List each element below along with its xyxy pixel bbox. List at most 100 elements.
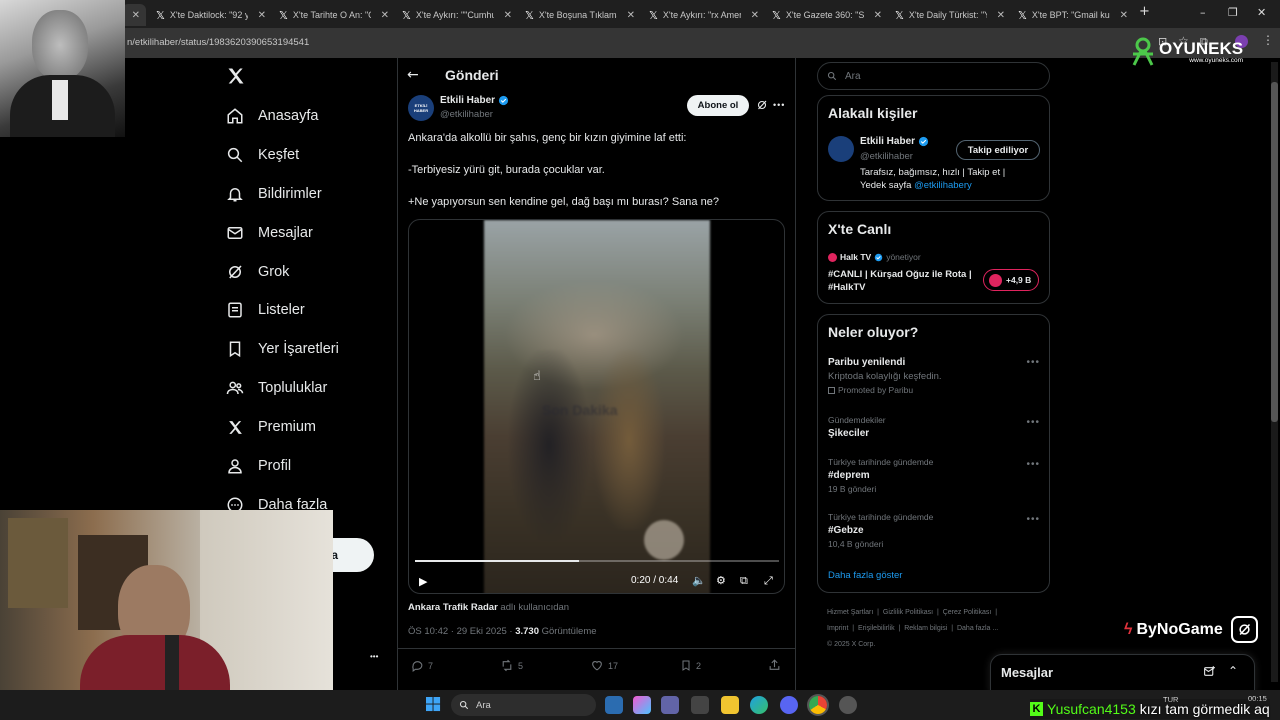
live-stream-title[interactable]: #CANLI | Kürşad Oğuz ile Rota | #HalkTV (828, 268, 978, 294)
trend-item[interactable]: Paribu yenilendi Kriptoda kolaylığı keşf… (828, 357, 1040, 395)
teams-icon[interactable] (661, 696, 679, 714)
search-input[interactable]: Ara (817, 62, 1050, 90)
like-button[interactable]: 17 (590, 659, 618, 672)
close-window-button[interactable]: ✕ (1257, 6, 1266, 19)
trend-item[interactable]: Türkiye tarihinde gündemde #deprem 19 B … (828, 457, 1040, 494)
windows-start-icon[interactable] (426, 697, 441, 712)
trend-item[interactable]: Gündemdekiler Şikeciler ••• (828, 415, 1040, 439)
author-name-row[interactable]: Etkili Haber (440, 95, 509, 106)
avatar[interactable] (828, 136, 854, 162)
related-name-row[interactable]: Etkili Haber (860, 136, 929, 147)
bookmark-button[interactable]: 2 (680, 659, 701, 672)
tab-close-icon[interactable]: ✕ (874, 10, 882, 21)
tab-close-icon[interactable]: ✕ (751, 10, 759, 21)
account-menu-icon[interactable]: ••• (370, 652, 378, 661)
taskbar-search[interactable]: Ara (451, 694, 596, 716)
new-tab-button[interactable]: + (1139, 4, 1150, 19)
tab-current[interactable]: ✕ (122, 4, 146, 26)
edge-icon[interactable] (750, 696, 768, 714)
grok-explain-icon[interactable] (756, 99, 768, 111)
volume-icon[interactable]: 🔈 (692, 574, 706, 587)
pip-icon[interactable]: ⧉ (740, 574, 748, 588)
bio-link[interactable]: @etkilihabery (914, 180, 972, 191)
avatar[interactable]: ETKİLİ HABER (408, 95, 434, 121)
browser-tab[interactable]: 𝕏 X'te Tarihte O An: "Cu ✕ (273, 4, 395, 26)
browser-tab[interactable]: 𝕏 X'te BPT: "Gmail kulla ✕ (1012, 4, 1134, 26)
maximize-button[interactable]: ❐ (1228, 6, 1238, 19)
page-scrollbar[interactable] (1271, 62, 1278, 682)
nav-item-lists[interactable]: Listeler (226, 301, 305, 319)
new-message-icon[interactable] (1203, 665, 1216, 678)
browser-tab[interactable]: 𝕏 X'te Boşuna Tıklama: ✕ (519, 4, 641, 26)
nav-item-notifications[interactable]: Bildirimler (226, 185, 322, 203)
task-view-icon[interactable] (605, 696, 623, 714)
show-more-link[interactable]: Daha fazla göster (828, 570, 902, 581)
author-handle[interactable]: @etkilihaber (440, 109, 493, 120)
trend-more-icon[interactable]: ••• (1026, 357, 1040, 368)
fullscreen-icon[interactable]: ⤢ (764, 574, 773, 588)
following-button[interactable]: Takip ediliyor (956, 140, 1040, 160)
video-player[interactable]: Son Dakika ▶ 0:20 / 0:44 🔈 ⚙ ⧉ ⤢ (408, 219, 785, 594)
live-host-row[interactable]: Halk TV yönetiyor (828, 252, 921, 262)
trend-category: Gündemdekiler (828, 415, 886, 425)
tab-close-icon[interactable]: ✕ (1120, 10, 1128, 21)
related-handle[interactable]: @etkilihaber (860, 151, 913, 162)
chrome-icon[interactable] (809, 696, 827, 714)
video-progress-track[interactable] (415, 560, 779, 562)
more-options-icon[interactable]: ••• (773, 100, 785, 110)
repost-button[interactable]: 5 (500, 659, 523, 672)
scrollbar-thumb[interactable] (1271, 82, 1278, 422)
browser-tab[interactable]: 𝕏 X'te Gazete 360: "Sın ✕ (766, 4, 888, 26)
steam-icon[interactable] (839, 696, 857, 714)
settings-gear-icon[interactable]: ⚙ (716, 574, 726, 587)
browser-tab[interactable]: 𝕏 X'te Daily Türkist: "Yo ✕ (889, 4, 1011, 26)
reply-button[interactable]: 7 (411, 659, 433, 672)
play-icon[interactable]: ▶ (419, 575, 427, 588)
post-timestamp[interactable]: ÖS 10:42 · 29 Eki 2025 · (408, 626, 513, 637)
trend-more-icon[interactable]: ••• (1026, 417, 1040, 428)
messages-drawer[interactable]: Mesajlar ⌃ (990, 654, 1255, 694)
nav-item-communities[interactable]: Topluluklar (226, 379, 327, 397)
nav-item-explore[interactable]: Keşfet (226, 146, 299, 164)
tab-close-icon[interactable]: ✕ (132, 10, 140, 21)
tab-close-icon[interactable]: ✕ (627, 10, 635, 21)
tab-close-icon[interactable]: ✕ (504, 10, 512, 21)
footer-link[interactable]: Erişilebilirlik (858, 625, 895, 632)
trend-more-icon[interactable]: ••• (1026, 514, 1040, 525)
footer-link[interactable]: Hizmet Şartları (827, 609, 873, 616)
address-bar[interactable]: n/etkilihaber/status/1983620390653194541… (0, 28, 1280, 58)
file-explorer-icon[interactable] (721, 696, 739, 714)
tab-close-icon[interactable]: ✕ (381, 10, 389, 21)
share-icon[interactable] (768, 658, 781, 672)
browser-tab[interactable]: 𝕏 X'te Aykırı: ""Cumhur ✕ (396, 4, 518, 26)
tab-close-icon[interactable]: ✕ (258, 10, 266, 21)
x-logo-icon[interactable] (226, 66, 246, 86)
menu-kebab-icon[interactable]: ⋮ (1262, 33, 1274, 47)
discord-icon[interactable] (780, 696, 798, 714)
copilot-icon[interactable] (633, 696, 651, 714)
tab-close-icon[interactable]: ✕ (997, 10, 1005, 21)
live-listeners-button[interactable]: +4,9 B (983, 269, 1039, 291)
nav-item-profile[interactable]: Profil (226, 457, 291, 475)
browser-tab[interactable]: 𝕏 X'te Daktilock: "92 ya ✕ (150, 4, 272, 26)
footer-link[interactable]: Gizlilik Politikası (883, 609, 933, 616)
nav-item-grok[interactable]: Grok (226, 263, 289, 281)
minimize-button[interactable]: – (1200, 6, 1206, 19)
nav-item-messages[interactable]: Mesajlar (226, 224, 313, 242)
nav-item-premium[interactable]: Premium (226, 418, 316, 436)
expand-chevron-icon[interactable]: ⌃ (1228, 664, 1238, 678)
back-arrow-icon[interactable]: ← (407, 67, 419, 83)
browser-tab[interactable]: 𝕏 X'te Aykırı: "rx Ameri ✕ (643, 4, 765, 26)
store-icon[interactable] (691, 696, 709, 714)
subscribe-button[interactable]: Abone ol (687, 95, 749, 116)
footer-link[interactable]: Çerez Politikası (943, 609, 992, 616)
source-name[interactable]: Ankara Trafik Radar (408, 602, 498, 613)
trend-more-icon[interactable]: ••• (1026, 459, 1040, 470)
trend-item[interactable]: Türkiye tarihinde gündemde #Gebze 10,4 B… (828, 512, 1040, 549)
nav-item-bookmarks[interactable]: Yer İşaretleri (226, 340, 339, 358)
footer-link[interactable]: Reklam bilgisi (904, 625, 947, 632)
footer-link[interactable]: Daha fazla ... (957, 625, 998, 632)
footer-link[interactable]: Imprint (827, 625, 848, 632)
url-text[interactable]: n/etkilihaber/status/1983620390653194541 (127, 37, 309, 48)
nav-item-home[interactable]: Anasayfa (226, 107, 318, 125)
